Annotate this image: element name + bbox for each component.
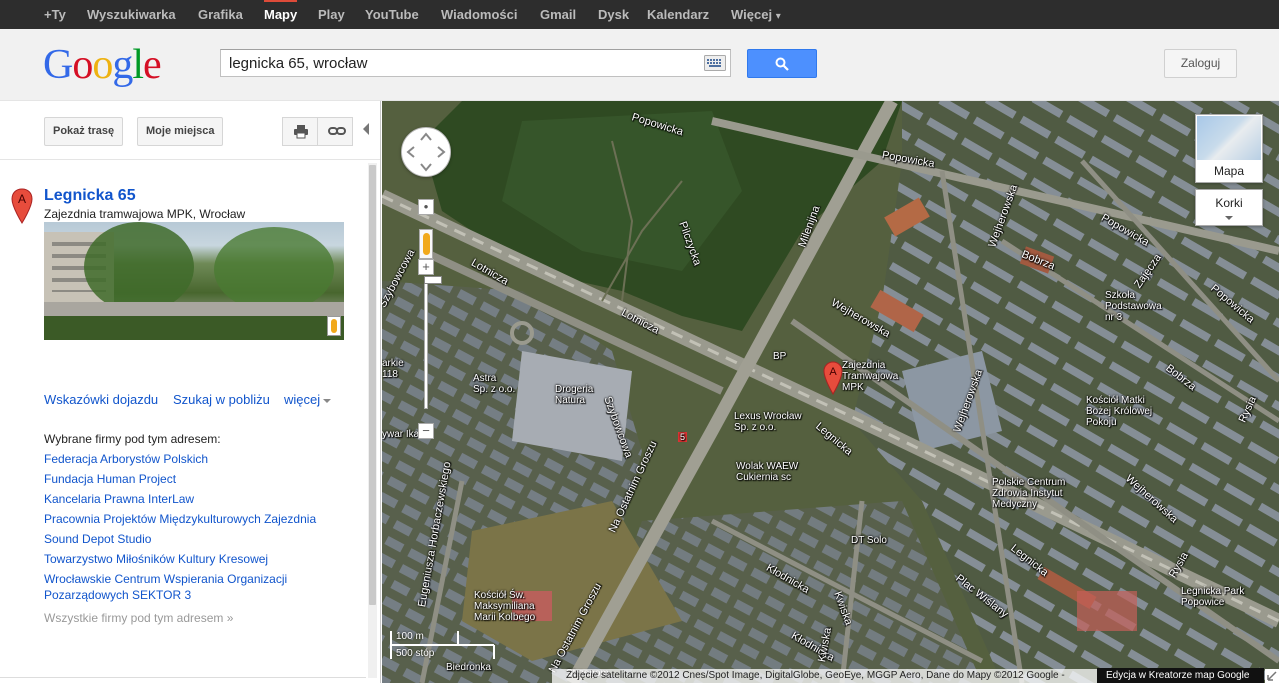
top-nav-bar: +Ty Wyszukiwarka Grafika Mapy Play YouTu… [0, 0, 1279, 29]
nav-wiecej[interactable]: Więcej ▾ [731, 0, 781, 29]
link-button[interactable] [317, 117, 353, 146]
nav-dysk[interactable]: Dysk [598, 0, 629, 29]
map-type-button[interactable]: Mapa [1195, 114, 1263, 183]
sv-hedge [44, 316, 344, 340]
logo-letter: o [92, 42, 113, 88]
search-icon [775, 57, 789, 71]
zoom-reset-button[interactable]: • [418, 199, 434, 215]
place-marker-letter: A [18, 192, 26, 206]
nav-grafika[interactable]: Grafika [198, 0, 243, 29]
map-marker-a-icon[interactable]: A [823, 361, 843, 395]
nav-wiadomosci[interactable]: Wiadomości [441, 0, 517, 29]
keyboard-icon[interactable] [704, 55, 726, 71]
nav-more-arrow-icon: ▾ [775, 11, 781, 22]
zoom-in-button[interactable]: + [418, 259, 434, 275]
map-attribution: Zdjęcie satelitarne ©2012 Cnes/Spot Imag… [552, 669, 1100, 683]
pan-arrows-icon [406, 132, 446, 172]
nav-play[interactable]: Play [318, 0, 345, 29]
logo-letter: G [43, 42, 73, 88]
logo-letter: o [72, 42, 93, 88]
google-logo[interactable]: Google [43, 42, 162, 88]
businesses-heading: Wybrane firmy pod tym adresem: [44, 432, 221, 446]
business-link[interactable]: Kancelaria Prawna InterLaw [44, 491, 354, 507]
show-route-button[interactable]: Pokaż trasę [44, 117, 124, 146]
scale-bar: 100 m 500 stóp [390, 631, 500, 661]
business-link[interactable]: Wrocławskie Centrum Wspierania Organizac… [44, 571, 334, 603]
header: Google Zaloguj [0, 29, 1279, 101]
my-places-button[interactable]: Moje miejsca [137, 117, 224, 146]
nav-mapy[interactable]: Mapy [264, 0, 298, 29]
place-marker-icon: A [11, 188, 33, 224]
sv-tree [214, 227, 334, 312]
business-link[interactable]: Pracownia Projektów Międzykulturowych Za… [44, 511, 354, 527]
chevron-down-icon [323, 398, 332, 403]
divider [0, 677, 366, 678]
zoom-out-button[interactable]: − [418, 423, 434, 439]
collapse-panel-arrow-icon[interactable] [363, 123, 369, 135]
search-nearby-link[interactable]: Szukaj w pobliżu [173, 392, 270, 407]
pan-control[interactable] [401, 127, 451, 177]
resize-corner-icon[interactable] [1265, 669, 1279, 683]
scrollbar[interactable] [368, 163, 377, 678]
business-link[interactable]: Sound Depot Studio [44, 531, 354, 547]
map-type-label: Mapa [1213, 164, 1245, 178]
nav-gmail[interactable]: Gmail [540, 0, 576, 29]
divider [0, 159, 380, 160]
sv-tree [84, 222, 194, 312]
map-marker-letter: A [829, 366, 837, 378]
traffic-label: Korki [1215, 196, 1243, 210]
login-button[interactable]: Zaloguj [1164, 49, 1237, 78]
scale-imperial-label: 500 stóp [396, 648, 435, 659]
logo-letter: g [112, 42, 133, 88]
nav-wyszukiwarka[interactable]: Wyszukiwarka [87, 0, 176, 29]
place-title[interactable]: Legnicka 65 [44, 187, 136, 205]
more-label: więcej [284, 392, 321, 407]
edit-in-map-maker-link[interactable]: Edycja w Kreatorze map Google [1097, 668, 1264, 683]
link-icon [328, 127, 346, 135]
search-button[interactable] [747, 49, 817, 78]
street-view-thumbnail[interactable] [44, 222, 344, 340]
zoom-slider-rail[interactable] [424, 276, 442, 409]
left-panel: Pokaż trasę Moje miejsca A Legnicka 65 Z… [0, 101, 381, 683]
business-link[interactable]: Fundacja Human Project [44, 471, 354, 487]
more-dropdown[interactable]: więcej [284, 392, 332, 407]
search-box [220, 49, 731, 77]
print-button[interactable] [282, 117, 318, 146]
pegman-icon [327, 316, 341, 336]
nav-youtube[interactable]: YouTube [365, 0, 419, 29]
business-link[interactable]: Towarzystwo Miłośników Kultury Kresowej [44, 551, 354, 567]
nav-kalendarz[interactable]: Kalendarz [647, 0, 709, 29]
directions-link[interactable]: Wskazówki dojazdu [44, 392, 158, 407]
traffic-layer-button[interactable]: Korki [1195, 189, 1263, 226]
map-thumbnail [1197, 116, 1261, 160]
scrollbar-thumb[interactable] [369, 165, 376, 605]
place-subtitle: Zajezdnia tramwajowa MPK, Wrocław [44, 207, 246, 221]
chevron-down-icon [1225, 216, 1233, 220]
print-icon [294, 125, 308, 139]
pegman-street-view-icon[interactable] [419, 229, 433, 259]
satellite-map[interactable]: Popowicka Popowicka Popowicka Popowicka … [382, 101, 1279, 683]
zoom-slider-handle[interactable] [424, 276, 442, 284]
resize-arrow-icon [1267, 671, 1277, 681]
logo-letter: e [143, 42, 162, 88]
logo-letter: l [132, 42, 144, 88]
scale-metric-label: 100 m [396, 631, 424, 642]
search-input[interactable] [221, 50, 699, 76]
nav-wiecej-label: Więcej [731, 7, 773, 22]
nav-plus-ty[interactable]: +Ty [44, 0, 66, 29]
all-businesses-link[interactable]: Wszystkie firmy pod tym adresem » [44, 611, 233, 625]
sv-road [44, 302, 344, 316]
business-link[interactable]: Federacja Arborystów Polskich [44, 451, 354, 467]
